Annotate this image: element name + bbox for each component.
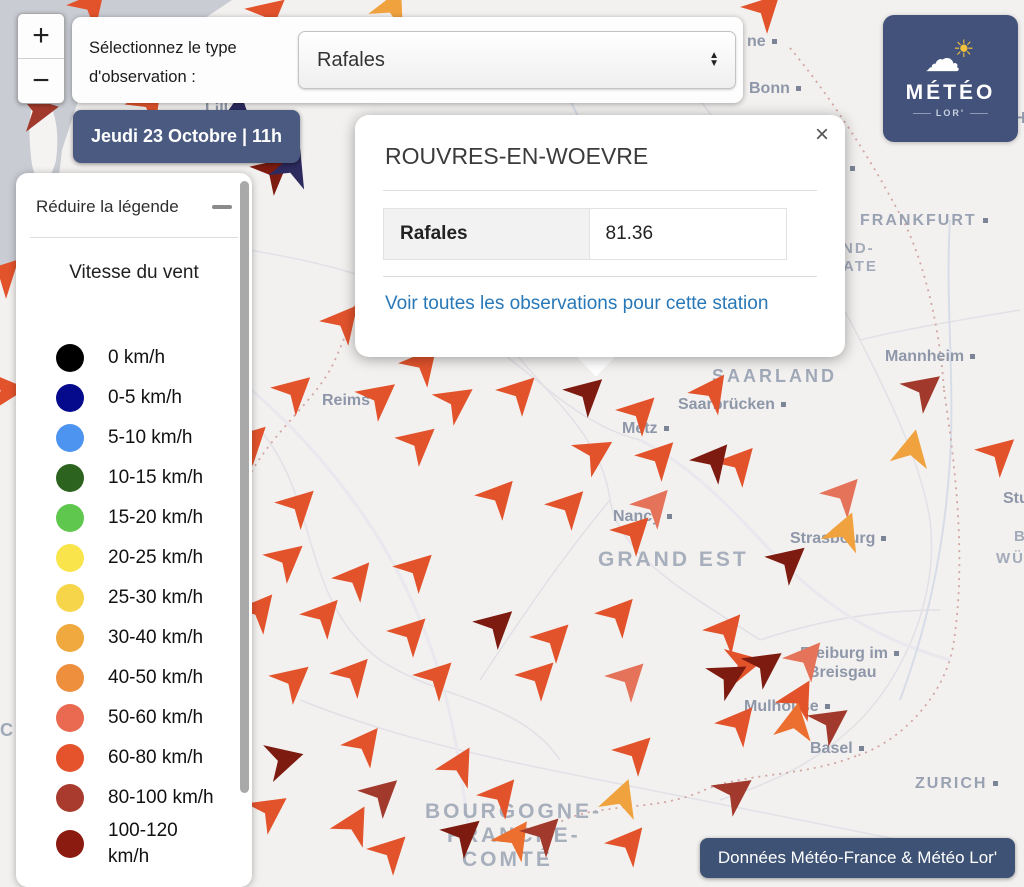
observation-type-select[interactable]: Rafales ▲▼ (298, 31, 736, 89)
legend-color-dot (56, 704, 84, 732)
legend-color-dot (56, 504, 84, 532)
legend-color-dot (56, 830, 84, 858)
popup-close-button[interactable]: × (815, 123, 829, 147)
legend-item-label: 60-80 km/h (108, 745, 203, 771)
observation-label-line1: Sélectionnez le type (89, 34, 237, 63)
map-label: C (0, 720, 16, 741)
legend-color-dot (56, 464, 84, 492)
legend-color-dot (56, 624, 84, 652)
legend-item: 25-30 km/h (16, 578, 252, 618)
legend-item: 0 km/h (16, 338, 252, 378)
legend-item-label: 5-10 km/h (108, 425, 192, 451)
legend-color-dot (56, 584, 84, 612)
sun-cloud-icon: ☀ ☁ (923, 39, 979, 79)
legend-item: 15-20 km/h (16, 498, 252, 538)
legend-panel: Réduire la légende Vitesse du vent 0 km/… (16, 173, 252, 887)
legend-item: 50-60 km/h (16, 698, 252, 738)
legend-items: 0 km/h 0-5 km/h 5-10 km/h 10-15 km/h 15-20 k… (16, 338, 252, 869)
legend-item: 80-100 km/h (16, 778, 252, 818)
zoom-in-button[interactable]: + (18, 14, 64, 59)
legend-item: 20-25 km/h (16, 538, 252, 578)
observation-value-cell: 81.36 (589, 209, 786, 260)
city-marker (881, 536, 886, 541)
wind-arrow[interactable] (886, 422, 938, 474)
legend-item: 5-10 km/h (16, 418, 252, 458)
station-observations-link[interactable]: Voir toutes les observations pour cette … (385, 293, 768, 315)
map-label: ATE (843, 258, 878, 275)
map-label: GRAND EST (598, 548, 749, 572)
city-marker (983, 218, 988, 223)
legend-color-dot (56, 544, 84, 572)
logo-subtitle-text: LOR' (936, 108, 965, 118)
legend-item-label: 10-15 km/h (108, 465, 203, 491)
data-attribution: Données Météo-France & Météo Lor' (700, 838, 1015, 878)
observation-toolbar: Sélectionnez le type d'observation : Raf… (72, 17, 743, 103)
legend-item-label: 20-25 km/h (108, 545, 203, 571)
datetime-button[interactable]: Jeudi 23 Octobre | 11h (73, 110, 300, 163)
legend-item-label: 80-100 km/h (108, 785, 214, 811)
map-label: WÜRT (996, 550, 1024, 567)
map-label: ZURICH (915, 775, 998, 793)
city-marker (781, 402, 786, 407)
map-label: FRANKFURT (860, 212, 988, 230)
legend-color-dot (56, 664, 84, 692)
observation-label-line2: d'observation : (89, 63, 237, 92)
city-marker (859, 746, 864, 751)
collapse-minus-icon (212, 205, 232, 209)
legend-item: 10-15 km/h (16, 458, 252, 498)
observation-name-cell: Rafales (384, 209, 590, 260)
legend-color-dot (56, 784, 84, 812)
map-label: ND- (842, 240, 875, 257)
map-zoom-control: + − (17, 13, 65, 104)
legend-collapse-button[interactable]: Réduire la légende (16, 173, 252, 217)
logo-title: MÉTÉO (906, 81, 996, 105)
city-marker (850, 166, 855, 171)
map-canvas[interactable]: neBonnHzFRANKFURTND-ATEMannheimSAARLANDS… (0, 0, 1024, 887)
observation-toolbar-label: Sélectionnez le type d'observation : (89, 34, 237, 92)
legend-collapse-label: Réduire la légende (36, 197, 179, 217)
legend-item-label: 100-120 km/h (108, 818, 221, 869)
city-marker (894, 651, 899, 656)
legend-title: Vitesse du vent (16, 262, 252, 284)
legend-item-label: 25-30 km/h (108, 585, 203, 611)
logo-subtitle: LOR' (913, 108, 988, 118)
legend-item-label: 40-50 km/h (108, 665, 203, 691)
table-row: Rafales 81.36 (384, 209, 787, 260)
map-label: Stu (1003, 490, 1024, 508)
popup-divider-bottom (383, 276, 817, 277)
legend-item: 100-120 km/h (16, 818, 252, 869)
city-marker (796, 86, 801, 91)
legend-item-label: 15-20 km/h (108, 505, 203, 531)
legend-item: 30-40 km/h (16, 618, 252, 658)
logo-dash-left (913, 113, 931, 114)
zoom-out-button[interactable]: − (18, 59, 64, 103)
meteo-lor-logo: ☀ ☁ MÉTÉO LOR' (883, 15, 1018, 142)
station-name: ROUVRES-EN-WOEVRE (385, 143, 821, 170)
logo-dash-right (970, 113, 988, 114)
legend-color-dot (56, 424, 84, 452)
legend-color-dot (56, 384, 84, 412)
map-label: B (1014, 528, 1024, 545)
legend-item-label: 0 km/h (108, 345, 165, 371)
legend-color-dot (56, 744, 84, 772)
station-popup: × ROUVRES-EN-WOEVRE Rafales 81.36 Voir t… (355, 115, 845, 357)
legend-item-label: 30-40 km/h (108, 625, 203, 651)
selected-observation-type: Rafales (317, 49, 709, 72)
city-marker (772, 39, 777, 44)
legend-item: 40-50 km/h (16, 658, 252, 698)
legend-item-label: 0-5 km/h (108, 385, 182, 411)
legend-item: 0-5 km/h (16, 378, 252, 418)
map-label: Bonn (749, 80, 801, 98)
city-marker (970, 354, 975, 359)
observation-table: Rafales 81.36 (383, 208, 787, 260)
legend-scrollbar[interactable] (240, 181, 249, 793)
legend-color-dot (56, 344, 84, 372)
select-arrows-icon: ▲▼ (709, 52, 719, 68)
legend-item: 60-80 km/h (16, 738, 252, 778)
legend-divider (30, 237, 238, 238)
city-marker (993, 781, 998, 786)
cloud-icon: ☁ (925, 41, 961, 77)
legend-item-label: 50-60 km/h (108, 705, 203, 731)
popup-divider-top (383, 190, 817, 191)
